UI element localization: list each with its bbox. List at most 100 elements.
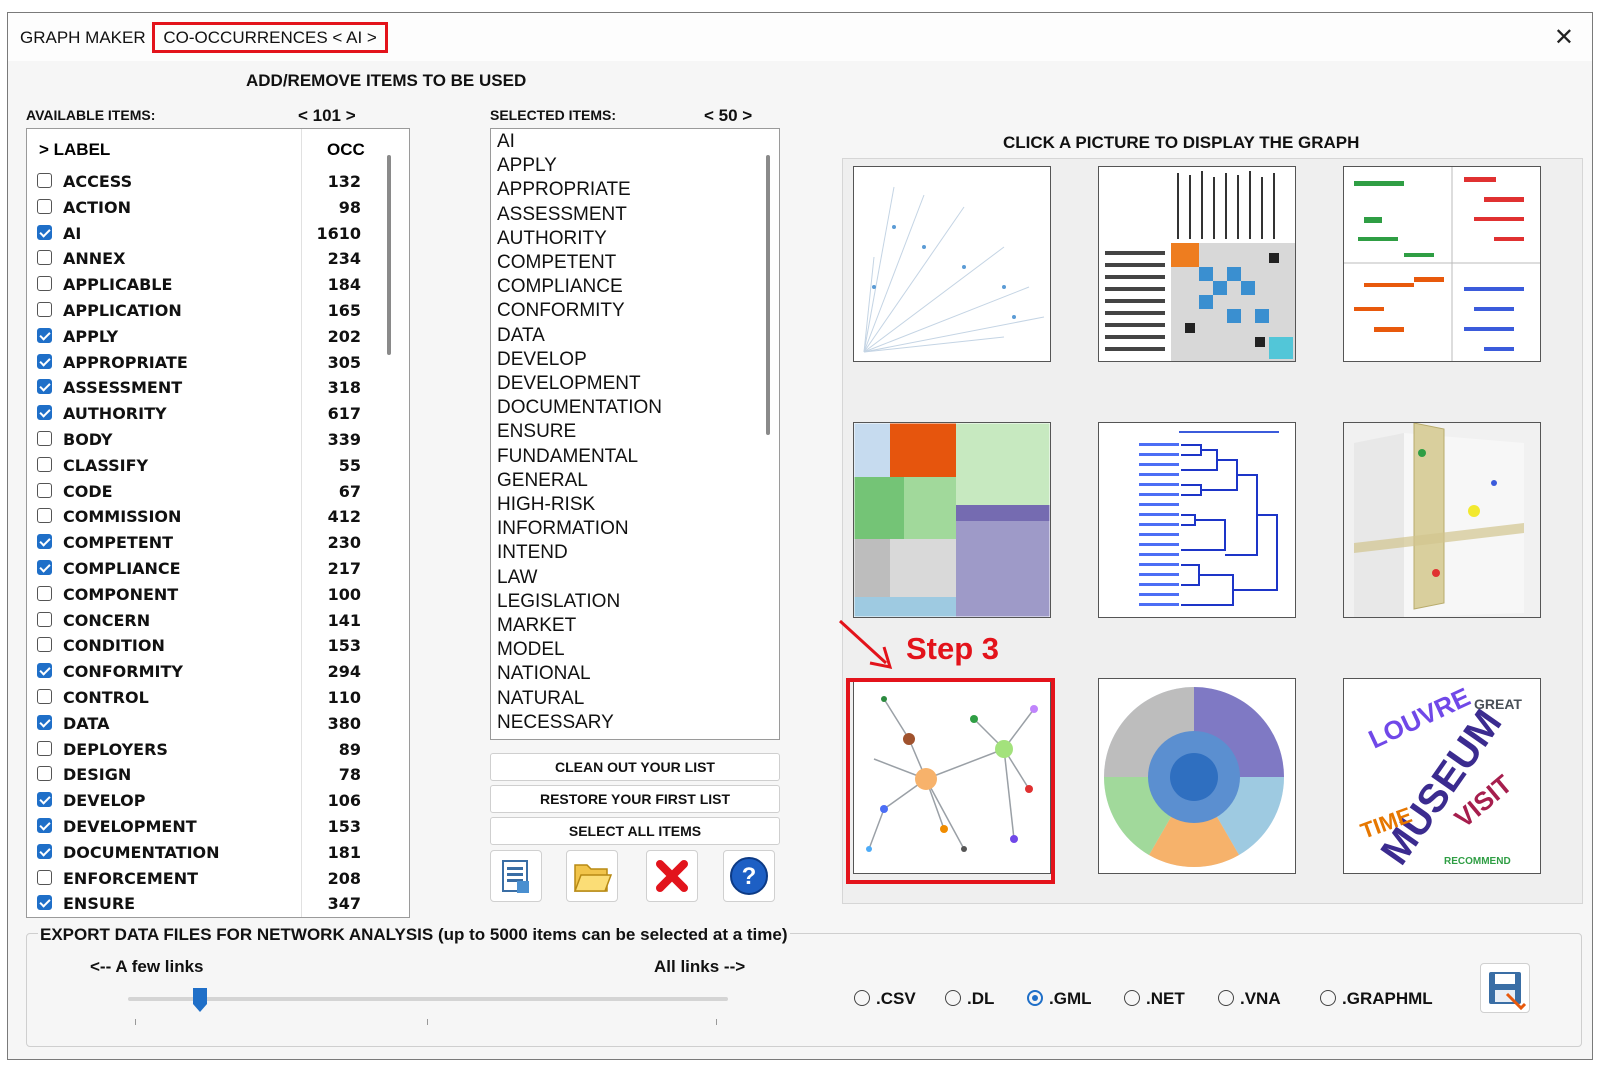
list-item[interactable]: APPLY 202	[27, 324, 377, 350]
list-item[interactable]: ACTION 98	[27, 195, 377, 221]
selected-item[interactable]: DATA	[497, 325, 545, 347]
item-checkbox[interactable]	[37, 689, 52, 704]
selected-item[interactable]: INTEND	[497, 542, 568, 564]
list-item[interactable]: DEPLOYERS 89	[27, 737, 377, 763]
item-checkbox[interactable]	[37, 611, 52, 627]
list-item[interactable]: APPROPRIATE 305	[27, 350, 377, 376]
selected-item[interactable]: COMPLIANCE	[497, 276, 623, 298]
radio-circle[interactable]	[1218, 990, 1234, 1006]
format-radio-dl[interactable]: .DL	[945, 989, 994, 1009]
list-item[interactable]: ENFORCEMENT 208	[27, 866, 377, 892]
list-item[interactable]: DEVELOPMENT 153	[27, 814, 377, 840]
format-radio-vna[interactable]: .VNA	[1218, 989, 1281, 1009]
selected-items-counter[interactable]: < 50 >	[704, 106, 752, 126]
selected-item[interactable]: GENERAL	[497, 470, 588, 492]
item-checkbox[interactable]	[37, 663, 52, 679]
format-radio-graphml[interactable]: .GRAPHML	[1320, 989, 1433, 1009]
selected-item[interactable]: AUTHORITY	[497, 228, 607, 250]
occ-column-header[interactable]: OCC	[327, 140, 365, 160]
links-slider-thumb[interactable]	[192, 987, 208, 1012]
selected-item[interactable]: FUNDAMENTAL	[497, 446, 638, 468]
item-checkbox[interactable]	[37, 482, 52, 498]
selected-items-list[interactable]: AI APPLY APPROPRIATE ASSESSMENT AUTHORITY COM…	[490, 128, 780, 740]
selected-item[interactable]: NATIONAL	[497, 663, 591, 685]
format-radio-net[interactable]: .NET	[1124, 989, 1185, 1009]
radio-circle[interactable]	[1027, 990, 1043, 1006]
item-checkbox[interactable]	[37, 560, 52, 575]
item-checkbox[interactable]	[37, 198, 52, 214]
selected-item[interactable]: DOCUMENTATION	[497, 397, 662, 419]
available-items-list[interactable]: > LABEL OCC ACCESS 132 ACTION 98 AI 1610 ANNEX…	[26, 128, 410, 918]
item-checkbox[interactable]	[37, 766, 52, 782]
list-item[interactable]: AUTHORITY 617	[27, 401, 377, 427]
selected-item[interactable]: AI	[497, 131, 515, 153]
item-checkbox[interactable]	[37, 250, 52, 266]
selected-item[interactable]: LEGISLATION	[497, 591, 620, 613]
sunburst-thumbnail[interactable]	[1098, 678, 1296, 874]
help-button[interactable]: ?	[723, 850, 775, 902]
selected-item[interactable]: COMPETENT	[497, 252, 616, 274]
list-item[interactable]: DATA 380	[27, 711, 377, 737]
format-radio-gml[interactable]: .GML	[1027, 989, 1092, 1009]
selected-item[interactable]: NECESSARY	[497, 712, 614, 734]
list-item[interactable]: AI 1610	[27, 221, 377, 247]
links-slider-track[interactable]	[128, 997, 728, 1001]
selected-item[interactable]: NATURAL	[497, 688, 584, 710]
list-item[interactable]: COMPONENT 100	[27, 582, 377, 608]
list-item[interactable]: CONTROL 110	[27, 685, 377, 711]
selected-item[interactable]: DEVELOPMENT	[497, 373, 641, 395]
item-checkbox[interactable]	[37, 740, 52, 756]
clean-list-button[interactable]: CLEAN OUT YOUR LIST	[490, 753, 780, 781]
selected-scrollbar[interactable]	[766, 155, 770, 435]
item-checkbox[interactable]	[37, 224, 52, 240]
available-items-counter[interactable]: < 101 >	[298, 106, 356, 126]
list-item[interactable]: ACCESS 132	[27, 169, 377, 195]
restore-list-button[interactable]: RESTORE YOUR FIRST LIST	[490, 785, 780, 813]
radial-tree-thumbnail[interactable]	[853, 166, 1051, 362]
available-scrollbar[interactable]	[387, 155, 391, 355]
close-icon[interactable]: ✕	[1554, 23, 1574, 52]
list-item[interactable]: BODY 339	[27, 427, 377, 453]
dendrogram-thumbnail[interactable]	[1098, 422, 1296, 618]
radio-circle[interactable]	[854, 990, 870, 1006]
selected-item[interactable]: INFORMATION	[497, 518, 629, 540]
3d-scatter-thumbnail[interactable]	[1343, 422, 1541, 618]
list-item[interactable]: CLASSIFY 55	[27, 453, 377, 479]
item-checkbox[interactable]	[37, 508, 52, 524]
list-item[interactable]: ANNEX 234	[27, 246, 377, 272]
radio-circle[interactable]	[945, 990, 961, 1006]
label-column-header[interactable]: > LABEL	[39, 140, 110, 160]
list-item[interactable]: APPLICABLE 184	[27, 272, 377, 298]
list-item[interactable]: DOCUMENTATION 181	[27, 840, 377, 866]
list-item[interactable]: DEVELOP 106	[27, 788, 377, 814]
item-checkbox[interactable]	[37, 379, 52, 395]
list-item[interactable]: COMPETENT 230	[27, 530, 377, 556]
item-checkbox[interactable]	[37, 843, 52, 859]
item-checkbox[interactable]	[37, 869, 52, 885]
item-checkbox[interactable]	[37, 327, 52, 343]
item-checkbox[interactable]	[37, 818, 52, 833]
selected-item[interactable]: APPLY	[497, 155, 557, 177]
radio-circle[interactable]	[1320, 990, 1336, 1006]
item-checkbox[interactable]	[37, 431, 52, 446]
selected-item[interactable]: MODEL	[497, 639, 565, 661]
list-item[interactable]: DESIGN 78	[27, 762, 377, 788]
list-item[interactable]: ASSESSMENT 318	[27, 375, 377, 401]
delete-button[interactable]	[646, 850, 698, 902]
select-all-button[interactable]: SELECT ALL ITEMS	[490, 817, 780, 845]
item-checkbox[interactable]	[37, 585, 52, 601]
word-scatter-thumbnail[interactable]	[1343, 166, 1541, 362]
item-checkbox[interactable]	[37, 353, 52, 369]
item-checkbox[interactable]	[37, 276, 52, 292]
list-item[interactable]: ENSURE 347	[27, 891, 377, 917]
item-checkbox[interactable]	[37, 895, 52, 911]
list-item[interactable]: CONDITION 153	[27, 633, 377, 659]
item-checkbox[interactable]	[37, 637, 52, 653]
item-checkbox[interactable]	[37, 714, 52, 730]
selected-item[interactable]: APPROPRIATE	[497, 179, 631, 201]
open-folder-button[interactable]	[566, 850, 618, 902]
selected-item[interactable]: MARKET	[497, 615, 576, 637]
selected-item[interactable]: LAW	[497, 567, 537, 589]
save-export-button[interactable]	[1480, 963, 1530, 1013]
radio-circle[interactable]	[1124, 990, 1140, 1006]
